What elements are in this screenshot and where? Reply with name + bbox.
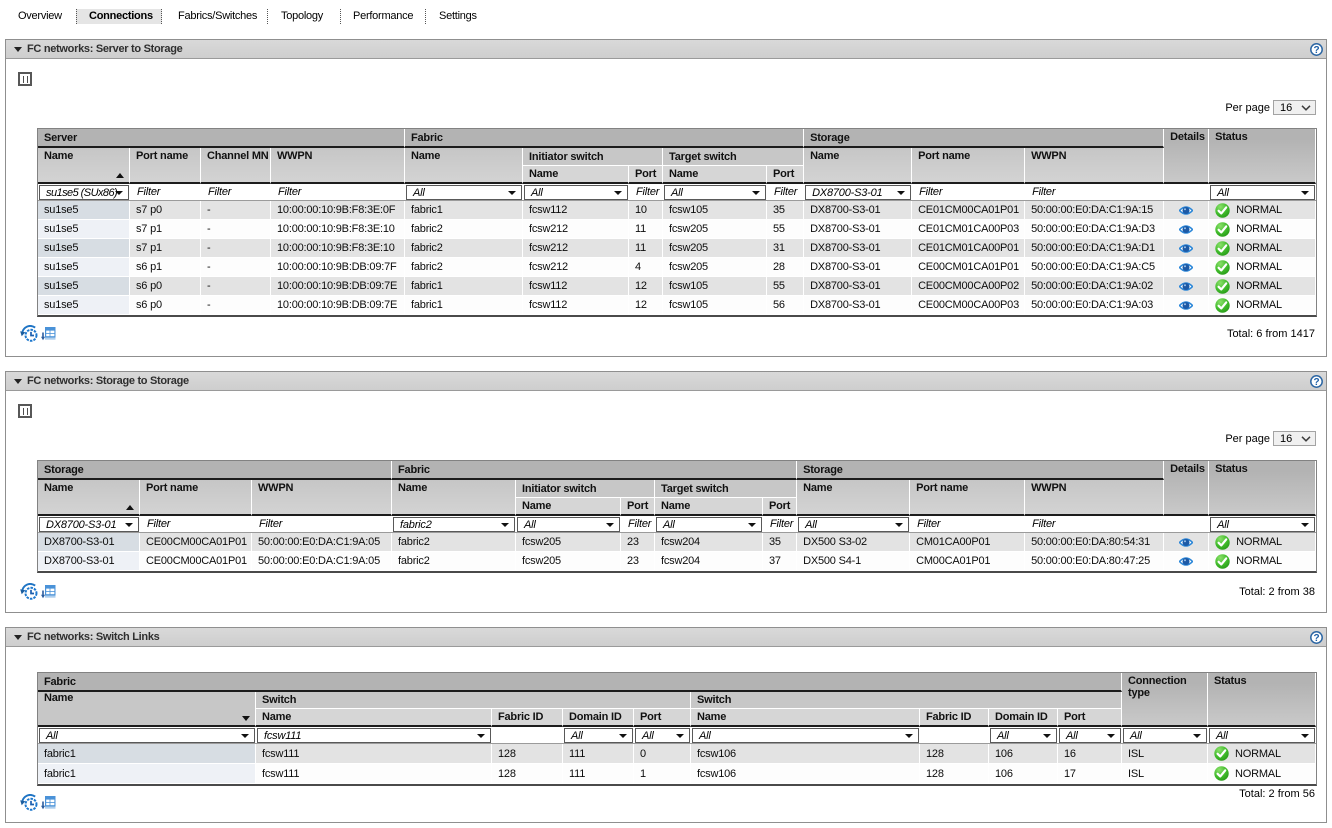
svg-text:?: ? xyxy=(1314,377,1320,388)
svg-text:?: ? xyxy=(1314,45,1320,56)
svg-text:?: ? xyxy=(1314,633,1320,644)
